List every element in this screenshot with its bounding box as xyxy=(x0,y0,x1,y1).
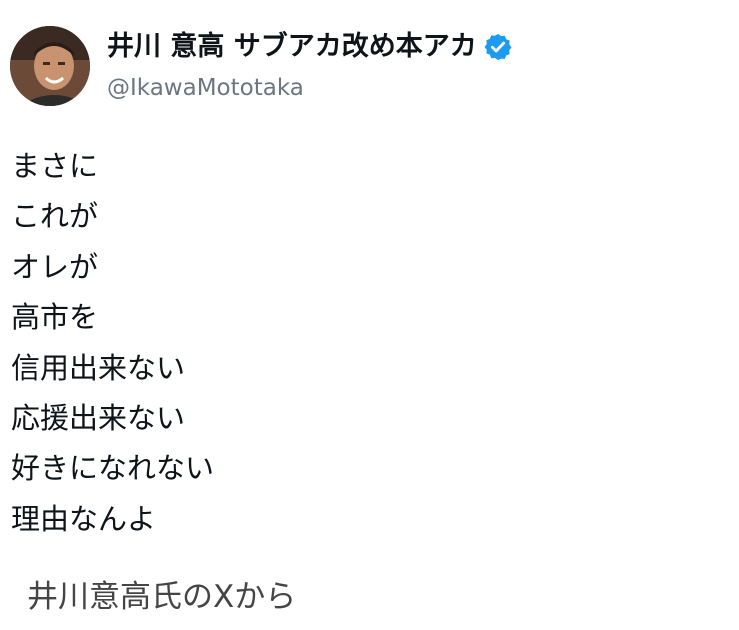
post-line: これが xyxy=(11,199,99,234)
post-line: 応援出来ない xyxy=(11,400,186,435)
author-display-name[interactable]: 井川 意高 サブアカ改め本アカ xyxy=(107,30,477,64)
author-handle[interactable]: @IkawaMototaka xyxy=(107,74,304,102)
post-line: 高市を xyxy=(11,300,99,335)
post-header: 井川 意高 サブアカ改め本アカ @IkawaMototaka xyxy=(10,26,710,110)
author-avatar[interactable] xyxy=(10,26,90,106)
post-line: 好きになれない xyxy=(11,451,215,486)
post-line: まさに xyxy=(11,149,99,183)
author-name-row: 井川 意高 サブアカ改め本アカ xyxy=(107,30,513,64)
post-line: オレが xyxy=(11,249,99,284)
post-line: 信用出来ない xyxy=(11,350,186,385)
image-caption: 井川意高氏のXから xyxy=(27,579,297,615)
avatar-photo-icon xyxy=(10,26,90,106)
verified-badge-icon xyxy=(483,32,513,62)
post-line: 理由なんよ xyxy=(11,501,157,536)
post-text: まさに これが オレが 高市を 信用出来ない 応援出来ない 好きになれない 理由… xyxy=(11,141,711,544)
